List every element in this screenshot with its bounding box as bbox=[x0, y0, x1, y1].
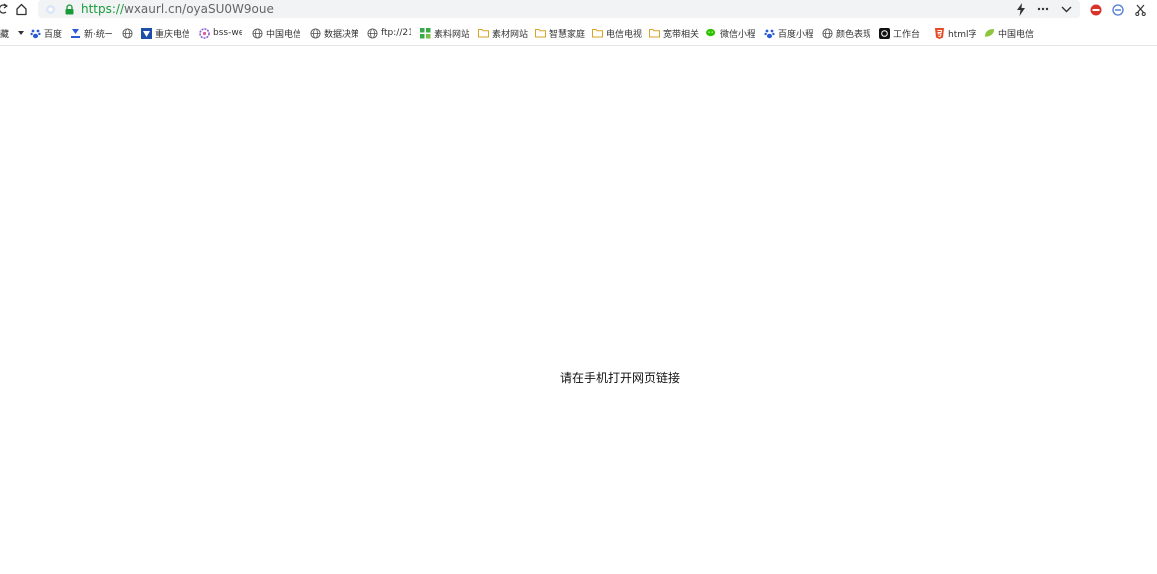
folder-icon bbox=[592, 28, 603, 39]
bookmark-item[interactable]: 百度 bbox=[30, 26, 64, 40]
folder-icon bbox=[478, 28, 489, 39]
bookmark-partial[interactable]: 藏 bbox=[0, 26, 14, 40]
folder-icon bbox=[649, 28, 660, 39]
bookmark-item[interactable]: 颜色表现 bbox=[822, 26, 870, 40]
bookmark-item[interactable]: 电信电视 bbox=[592, 26, 642, 40]
bookmark-item[interactable]: html字 bbox=[934, 26, 976, 40]
more-icon[interactable] bbox=[1036, 2, 1050, 16]
globe-icon bbox=[310, 27, 321, 39]
url-text[interactable]: https://wxaurl.cn/oyaSU0W9oue bbox=[81, 1, 274, 17]
grid-icon bbox=[420, 27, 431, 39]
reload-icon[interactable] bbox=[0, 3, 8, 15]
bookmark-item[interactable]: 宽带相关 bbox=[649, 26, 699, 40]
bookmark-item[interactable]: 微信小程 bbox=[706, 26, 755, 40]
lock-icon[interactable] bbox=[64, 3, 74, 15]
bookmark-label: 数据决策 bbox=[324, 29, 358, 40]
globe-icon bbox=[367, 27, 378, 39]
bookmarks-bar: 藏 百度 新·统一 重庆电信 bss-we 中国电信 数据决策 ftp://21… bbox=[0, 23, 1157, 43]
bookmark-item[interactable]: 数据决策 bbox=[310, 26, 358, 40]
home-icon[interactable] bbox=[14, 2, 28, 16]
lightning-icon[interactable] bbox=[1014, 2, 1028, 16]
flower-icon bbox=[199, 27, 210, 39]
bookmark-label: 新·统一 bbox=[84, 29, 112, 40]
bookmark-item[interactable]: 素材网站 bbox=[478, 26, 528, 40]
url-scheme: https:// bbox=[81, 2, 125, 16]
bookmark-label: 电信电视 bbox=[606, 29, 642, 40]
html5-icon bbox=[934, 27, 945, 39]
bookmark-label: bss-we bbox=[213, 28, 242, 38]
globe-icon bbox=[122, 27, 133, 39]
globe-icon bbox=[252, 27, 263, 39]
telecom-logo-icon bbox=[141, 27, 152, 39]
bookmark-item[interactable]: 中国电信 bbox=[984, 26, 1034, 40]
bookmark-label: 素料网站 bbox=[434, 29, 469, 40]
caret-down-icon[interactable] bbox=[17, 30, 24, 36]
bookmark-label: 百度 bbox=[44, 29, 63, 40]
bookmark-item[interactable]: 新·统一 bbox=[70, 26, 112, 40]
bookmark-label: 素材网站 bbox=[492, 29, 528, 40]
bookmark-label: 工作台 bbox=[893, 29, 921, 40]
bookmark-item[interactable]: ftp://21 bbox=[367, 26, 411, 40]
wechat-icon bbox=[706, 28, 717, 39]
bookmark-item[interactable]: bss-we bbox=[199, 26, 242, 40]
bookmark-label: 中国电信 bbox=[266, 29, 300, 40]
baidu-paw-icon bbox=[30, 28, 41, 39]
address-bar[interactable]: https://wxaurl.cn/oyaSU0W9oue bbox=[38, 0, 1080, 18]
bookmark-label: 百度小程 bbox=[778, 29, 813, 40]
bookmark-item[interactable] bbox=[122, 26, 136, 40]
bookmark-label: html字 bbox=[948, 29, 976, 40]
chevron-down-icon[interactable] bbox=[1059, 2, 1073, 16]
scissors-icon[interactable] bbox=[1134, 3, 1147, 16]
bookmark-label: 微信小程 bbox=[720, 29, 755, 40]
bookmark-label: 藏 bbox=[0, 29, 10, 40]
toolbar-divider bbox=[0, 45, 1157, 46]
globe-icon bbox=[822, 27, 833, 39]
bookmark-item[interactable]: 工作台 bbox=[879, 26, 925, 40]
workbench-icon bbox=[879, 27, 890, 39]
bookmark-item[interactable]: 重庆电信 bbox=[141, 26, 189, 40]
folder-icon bbox=[535, 28, 546, 39]
adblock-extension-icon[interactable] bbox=[1089, 3, 1102, 16]
bookmark-label: 智慧家庭 bbox=[549, 29, 585, 40]
bookmark-label: 宽带相关 bbox=[663, 29, 699, 40]
bookmark-label: ftp://21 bbox=[381, 28, 411, 38]
bookmark-label: 颜色表现 bbox=[836, 29, 870, 40]
baidu-paw-icon bbox=[764, 28, 775, 39]
bookmark-item[interactable]: 中国电信 bbox=[252, 26, 300, 40]
bookmark-label: 中国电信 bbox=[998, 29, 1034, 40]
open-on-phone-message: 请在手机打开网页链接 bbox=[559, 371, 680, 385]
bookmark-item[interactable]: 智慧家庭 bbox=[535, 26, 585, 40]
bookmark-label: 重庆电信 bbox=[155, 29, 189, 40]
bookmark-item[interactable]: 百度小程 bbox=[764, 26, 813, 40]
url-path: wxaurl.cn/oyaSU0W9oue bbox=[124, 2, 274, 16]
site-info-icon[interactable] bbox=[44, 3, 56, 15]
browser-toolbar: https://wxaurl.cn/oyaSU0W9oue bbox=[0, 0, 1157, 20]
translate-extension-icon[interactable] bbox=[1111, 3, 1124, 16]
leaf-icon bbox=[984, 28, 995, 39]
bookmark-item[interactable]: 素料网站 bbox=[420, 26, 469, 40]
site-logo-icon bbox=[70, 28, 81, 39]
